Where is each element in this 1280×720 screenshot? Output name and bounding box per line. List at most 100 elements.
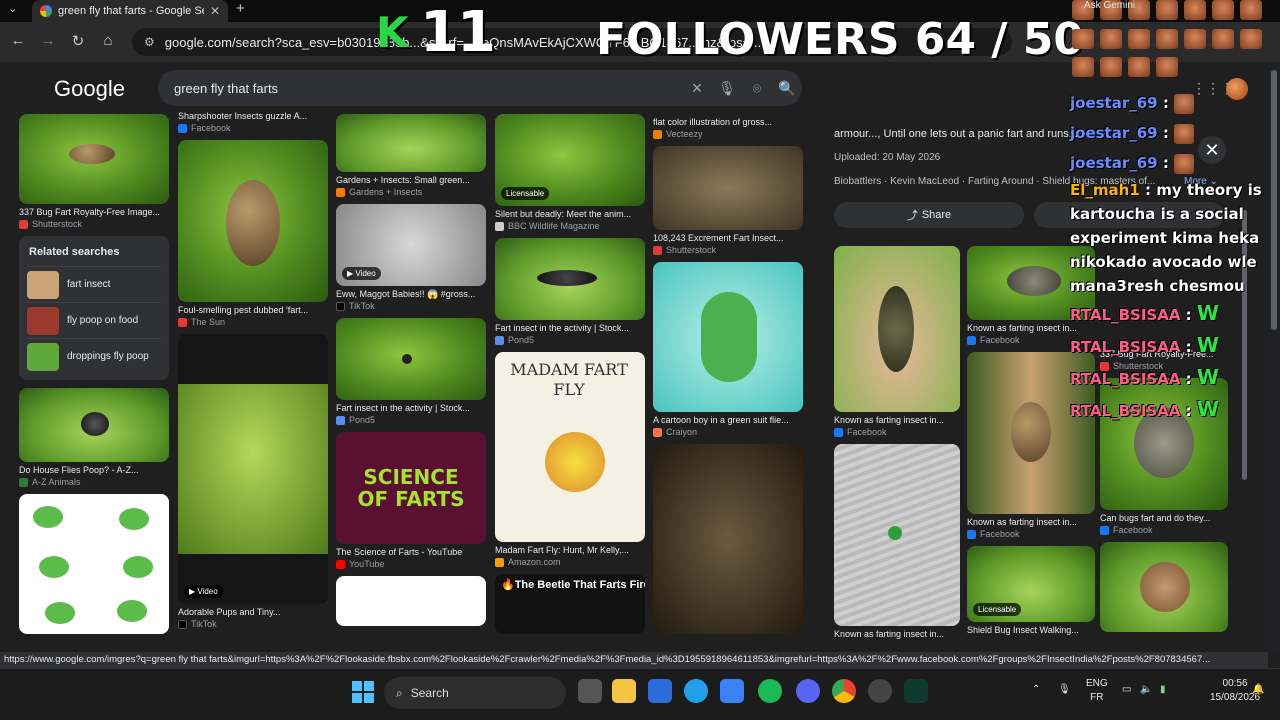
result-thumbnail[interactable] bbox=[336, 318, 486, 400]
result-thumbnail[interactable] bbox=[495, 238, 645, 320]
result-caption[interactable]: flat color illustration of gross... bbox=[653, 117, 803, 128]
result-caption[interactable]: Silent but deadly: Meet the anim... bbox=[495, 209, 645, 220]
reload-button[interactable]: ↻ bbox=[68, 32, 88, 50]
language-indicator[interactable]: ENG FR bbox=[1086, 677, 1108, 705]
result-thumbnail[interactable]: Licensable bbox=[495, 114, 645, 206]
back-button[interactable]: ← bbox=[8, 32, 28, 49]
store-icon[interactable] bbox=[720, 679, 744, 703]
tab-search-icon[interactable]: ⌄ bbox=[8, 2, 17, 15]
result-thumbnail[interactable]: ▶ Video bbox=[178, 334, 328, 604]
image-result[interactable]: ▶ Video Adorable Pups and Tiny... TikTok bbox=[178, 334, 328, 630]
spotify-icon[interactable] bbox=[758, 679, 782, 703]
result-caption[interactable]: Known as farting insect in... bbox=[967, 517, 1095, 528]
image-result[interactable]: A cartoon boy in a green suit flie... Cr… bbox=[653, 262, 803, 438]
related-image[interactable] bbox=[834, 246, 960, 412]
result-thumbnail[interactable] bbox=[336, 114, 486, 172]
result-caption[interactable]: Can bugs fart and do they... bbox=[1100, 513, 1228, 524]
result-caption[interactable]: Fart insect in the activity | Stock... bbox=[336, 403, 486, 414]
image-result[interactable]: Sharpshooter Insects guzzle A... Faceboo… bbox=[178, 111, 328, 134]
task-view-icon[interactable] bbox=[578, 679, 602, 703]
result-caption[interactable]: Gardens + Insects: Small green... bbox=[336, 175, 486, 186]
image-result[interactable] bbox=[19, 494, 169, 634]
image-result[interactable]: Fart insect in the activity | Stock... P… bbox=[495, 238, 645, 346]
file-explorer-icon[interactable] bbox=[612, 679, 636, 703]
image-result[interactable]: flat color illustration of gross... Vect… bbox=[653, 117, 803, 140]
result-caption[interactable]: Sharpshooter Insects guzzle A... bbox=[178, 111, 328, 122]
search-icon[interactable]: 🔍 bbox=[772, 80, 802, 97]
result-thumbnail[interactable]: SCIENCE OF FARTS bbox=[336, 432, 486, 544]
result-caption[interactable]: Fart insect in the activity | Stock... bbox=[495, 323, 645, 334]
result-caption[interactable]: 337 Bug Fart Royalty-Free Image... bbox=[19, 207, 169, 218]
obs-icon[interactable] bbox=[868, 679, 892, 703]
result-caption[interactable]: A cartoon boy in a green suit flie... bbox=[653, 415, 803, 426]
result-thumbnail[interactable] bbox=[19, 114, 169, 204]
result-caption[interactable]: Madam Fart Fly: Hunt, Mr Kelly,... bbox=[495, 545, 645, 556]
image-result[interactable]: ▶ Video Eww, Maggot Babies!! 😱 #gross...… bbox=[336, 204, 486, 312]
chrome-icon[interactable] bbox=[832, 679, 856, 703]
edge-icon[interactable] bbox=[684, 679, 708, 703]
result-thumbnail[interactable] bbox=[653, 262, 803, 412]
result-caption[interactable]: Known as farting insect in... bbox=[834, 629, 960, 640]
forward-button[interactable]: → bbox=[38, 32, 58, 49]
image-result[interactable]: 🔥The Beetle That Farts Fire🔥 bbox=[495, 574, 645, 634]
clear-search-icon[interactable]: × bbox=[682, 78, 712, 99]
image-result[interactable]: Gardens + Insects: Small green... Garden… bbox=[336, 114, 486, 198]
result-thumbnail[interactable] bbox=[178, 140, 328, 302]
image-result[interactable]: SCIENCE OF FARTS The Science of Farts - … bbox=[336, 432, 486, 570]
network-icon[interactable]: ▭ bbox=[1122, 683, 1131, 697]
mail-icon[interactable] bbox=[648, 679, 672, 703]
result-thumbnail[interactable] bbox=[653, 444, 803, 634]
result-caption[interactable]: The Science of Farts - YouTube bbox=[336, 547, 486, 558]
related-search-item[interactable]: fart insect bbox=[27, 266, 161, 302]
related-search-item[interactable]: fly poop on food bbox=[27, 302, 161, 338]
result-caption[interactable]: Do House Flies Poop? - A-Z... bbox=[19, 465, 169, 476]
image-result[interactable] bbox=[653, 444, 803, 634]
result-thumbnail[interactable]: 🔥The Beetle That Farts Fire🔥 bbox=[495, 574, 645, 634]
result-caption[interactable]: Known as farting insect in... bbox=[834, 415, 960, 426]
result-thumbnail[interactable] bbox=[336, 576, 486, 626]
image-result[interactable]: MADAM FART FLY Madam Fart Fly: Hunt, Mr … bbox=[495, 352, 645, 568]
search-input[interactable]: green fly that farts bbox=[174, 81, 682, 96]
kick-app-icon[interactable] bbox=[904, 679, 928, 703]
share-button[interactable]: ⤴ Share bbox=[834, 202, 1024, 228]
tab-active[interactable]: green fly that farts - Google Se ✕ bbox=[32, 0, 228, 22]
result-thumbnail[interactable] bbox=[19, 388, 169, 462]
result-caption[interactable]: Adorable Pups and Tiny... bbox=[178, 607, 328, 618]
related-image[interactable]: Licensable bbox=[967, 546, 1095, 622]
home-button[interactable]: ⌂ bbox=[98, 32, 118, 49]
lens-camera-icon[interactable]: ⌾ bbox=[742, 80, 772, 97]
image-result[interactable]: Do House Flies Poop? - A-Z... A-Z Animal… bbox=[19, 388, 169, 488]
tab-close-icon[interactable]: ✕ bbox=[210, 4, 220, 18]
new-tab-button[interactable]: + bbox=[236, 0, 245, 17]
google-logo[interactable]: Google bbox=[54, 76, 125, 102]
result-thumbnail[interactable]: MADAM FART FLY bbox=[495, 352, 645, 542]
battery-icon[interactable]: ▮ bbox=[1160, 683, 1166, 697]
image-result[interactable]: 108,243 Excrement Fart Insect... Shutter… bbox=[653, 146, 803, 256]
page-scrollbar-thumb[interactable] bbox=[1271, 70, 1277, 330]
related-image[interactable] bbox=[1100, 542, 1228, 632]
taskbar-search[interactable]: ⌕ Search bbox=[384, 677, 566, 709]
result-thumbnail[interactable] bbox=[653, 146, 803, 230]
image-result[interactable]: Licensable Silent but deadly: Meet the a… bbox=[495, 114, 645, 232]
result-caption[interactable]: 108,243 Excrement Fart Insect... bbox=[653, 233, 803, 244]
result-caption[interactable]: Shield Bug Insect Walking... bbox=[967, 625, 1095, 636]
result-thumbnail[interactable] bbox=[19, 494, 169, 634]
microphone-icon[interactable]: 🎙 bbox=[712, 80, 742, 97]
microphone-icon[interactable]: 🎙 bbox=[1058, 683, 1071, 697]
image-result[interactable]: Fart insect in the activity | Stock... P… bbox=[336, 318, 486, 426]
site-info-icon[interactable]: ⚙ bbox=[144, 35, 155, 49]
notification-icon[interactable]: 🔔 bbox=[1252, 683, 1264, 697]
image-result[interactable]: 337 Bug Fart Royalty-Free Image... Shutt… bbox=[19, 114, 169, 230]
result-caption[interactable]: Foul-smelling pest dubbed 'fart... bbox=[178, 305, 328, 316]
tray-expand-icon[interactable]: ⌃ bbox=[1032, 683, 1040, 697]
image-result[interactable] bbox=[336, 576, 486, 626]
volume-icon[interactable]: 🔈 bbox=[1140, 683, 1152, 697]
discord-icon[interactable] bbox=[796, 679, 820, 703]
related-search-item[interactable]: droppings fly poop bbox=[27, 338, 161, 374]
image-result[interactable]: Foul-smelling pest dubbed 'fart... The S… bbox=[178, 140, 328, 328]
windows-start-icon[interactable] bbox=[352, 681, 374, 703]
related-image[interactable] bbox=[834, 444, 960, 626]
result-caption[interactable]: Eww, Maggot Babies!! 😱 #gross... bbox=[336, 289, 486, 300]
search-box[interactable]: green fly that farts × 🎙 ⌾ 🔍 bbox=[158, 70, 802, 106]
result-thumbnail[interactable]: ▶ Video bbox=[336, 204, 486, 286]
